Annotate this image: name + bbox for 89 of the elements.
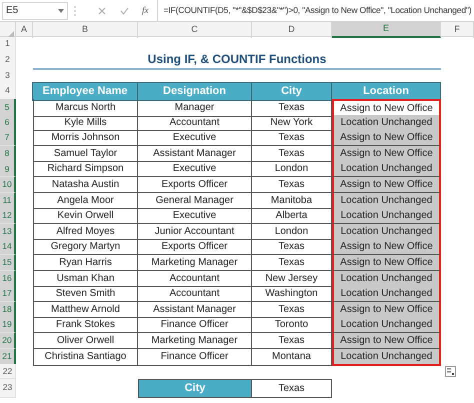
row-header[interactable]: 15 bbox=[0, 254, 16, 271]
column-header[interactable]: F bbox=[441, 22, 474, 38]
table-cell: Samuel Taylor bbox=[33, 146, 138, 162]
row-header[interactable]: 18 bbox=[0, 302, 16, 318]
name-box[interactable]: E5 bbox=[2, 2, 68, 20]
table-cell: Accountant bbox=[138, 114, 252, 131]
row-header[interactable]: 12 bbox=[0, 208, 16, 224]
row-header[interactable]: 3 bbox=[0, 69, 16, 83]
row-header[interactable]: 10 bbox=[0, 176, 16, 193]
row-header[interactable]: 22 bbox=[0, 364, 16, 380]
table-cell: Exports Officer bbox=[138, 239, 252, 256]
table-cell: Marcus North bbox=[33, 99, 138, 117]
table-cell: Finance Officer bbox=[138, 317, 252, 334]
formula-text: =IF(COUNTIF(D5, "*"&$D$23&"*")>0, "Assign to New Office", "Location Unchanged") bbox=[164, 4, 472, 17]
table-cell: Kevin Orwell bbox=[33, 208, 138, 224]
table-cell[interactable]: Location Unchanged bbox=[332, 286, 441, 302]
table-cell[interactable]: Location Unchanged bbox=[332, 208, 441, 224]
table-cell: Accountant bbox=[138, 270, 252, 287]
table-cell: Morris Johnson bbox=[33, 130, 138, 146]
table-cell: Executive bbox=[138, 130, 252, 146]
table-cell: Finance Officer bbox=[138, 348, 252, 366]
table-cell[interactable]: Location Unchanged bbox=[332, 348, 441, 366]
table-cell: Accountant bbox=[138, 286, 252, 302]
column-header[interactable]: E bbox=[332, 22, 441, 38]
row-header[interactable]: 13 bbox=[0, 224, 16, 240]
column-header[interactable]: A bbox=[16, 22, 33, 38]
table-cell: Natasha Austin bbox=[33, 176, 138, 193]
table-cell[interactable]: Assign to New Office bbox=[332, 176, 441, 193]
table-cell: Richard Simpson bbox=[33, 161, 138, 178]
row-header[interactable]: 16 bbox=[0, 270, 16, 287]
lookup-value-cell[interactable]: Texas bbox=[252, 379, 332, 398]
table-cell: Marketing Manager bbox=[138, 332, 252, 349]
table-cell[interactable]: Assign to New Office bbox=[332, 254, 441, 271]
quick-analysis-icon[interactable] bbox=[445, 366, 456, 378]
table-cell[interactable]: Location Unchanged bbox=[332, 317, 441, 334]
table-cell: Matthew Arnold bbox=[33, 302, 138, 318]
enter-check-icon[interactable] bbox=[120, 6, 129, 14]
table-cell: Oliver Orwell bbox=[33, 332, 138, 349]
table-cell: Ryan Harris bbox=[33, 254, 138, 271]
table-cell: Executive bbox=[138, 161, 252, 178]
name-box-text: E5 bbox=[6, 4, 18, 18]
row-header[interactable]: 11 bbox=[0, 192, 16, 209]
table-cell: Assistant Manager bbox=[138, 302, 252, 318]
table-cell: Assistant Manager bbox=[138, 146, 252, 162]
table-cell[interactable]: Location Unchanged bbox=[332, 192, 441, 209]
row-header[interactable]: 2 bbox=[0, 50, 16, 70]
table-cell: Angela Moor bbox=[33, 192, 138, 209]
row-header[interactable]: 8 bbox=[0, 146, 16, 162]
row-header[interactable]: 6 bbox=[0, 114, 16, 131]
row-header[interactable]: 20 bbox=[0, 332, 16, 349]
row-header[interactable]: 17 bbox=[0, 286, 16, 302]
dropdown-caret-icon bbox=[58, 8, 64, 12]
cancel-icon[interactable] bbox=[98, 6, 106, 14]
table-cell: Manager bbox=[138, 99, 252, 117]
table-cell: Exports Officer bbox=[138, 176, 252, 193]
table-cell[interactable]: Assign to New Office bbox=[332, 130, 441, 146]
lookup-label: City bbox=[138, 379, 252, 398]
table-cell[interactable]: Location Unchanged bbox=[332, 224, 441, 240]
column-heading: Employee Name bbox=[32, 82, 138, 100]
column-header[interactable]: B bbox=[33, 22, 138, 38]
table-cell: Junior Accountant bbox=[138, 224, 252, 240]
table-cell: Gregory Martyn bbox=[33, 239, 138, 256]
table-cell: Steven Smith bbox=[33, 286, 138, 302]
table-cell: Frank Stokes bbox=[33, 317, 138, 334]
table-cell[interactable]: Location Unchanged bbox=[332, 270, 441, 287]
column-heading: Designation bbox=[137, 82, 252, 100]
table-cell[interactable]: Assign to New Office bbox=[332, 146, 441, 162]
table-cell: Executive bbox=[138, 208, 252, 224]
insert-function-button[interactable]: fx bbox=[142, 4, 148, 18]
table-cell: General Manager bbox=[138, 192, 252, 209]
table-cell: Alfred Moyes bbox=[33, 224, 138, 240]
table-cell[interactable]: Assign to New Office bbox=[332, 302, 441, 318]
table-cell: Kyle Mills bbox=[33, 114, 138, 131]
table-cell: Usman Khan bbox=[33, 270, 138, 287]
table-cell[interactable]: Location Unchanged bbox=[332, 161, 441, 178]
table-cell[interactable]: Assign to New Office bbox=[332, 332, 441, 349]
table-cell: Christina Santiago bbox=[33, 348, 138, 366]
table-cell[interactable]: Location Unchanged bbox=[332, 114, 441, 131]
row-header[interactable]: 7 bbox=[0, 130, 16, 146]
row-header[interactable]: 19 bbox=[0, 317, 16, 334]
table-cell: Marketing Manager bbox=[138, 254, 252, 271]
table-cell[interactable]: Assign to New Office bbox=[332, 239, 441, 256]
row-header[interactable]: 23 bbox=[0, 379, 16, 398]
row-header[interactable]: 9 bbox=[0, 161, 16, 178]
sheet-title: Using IF, & COUNTIF Functions bbox=[33, 50, 441, 70]
column-header[interactable]: C bbox=[138, 22, 252, 38]
row-header[interactable]: 14 bbox=[0, 239, 16, 256]
column-heading: City bbox=[251, 82, 332, 100]
row-header[interactable]: 1 bbox=[0, 37, 16, 51]
